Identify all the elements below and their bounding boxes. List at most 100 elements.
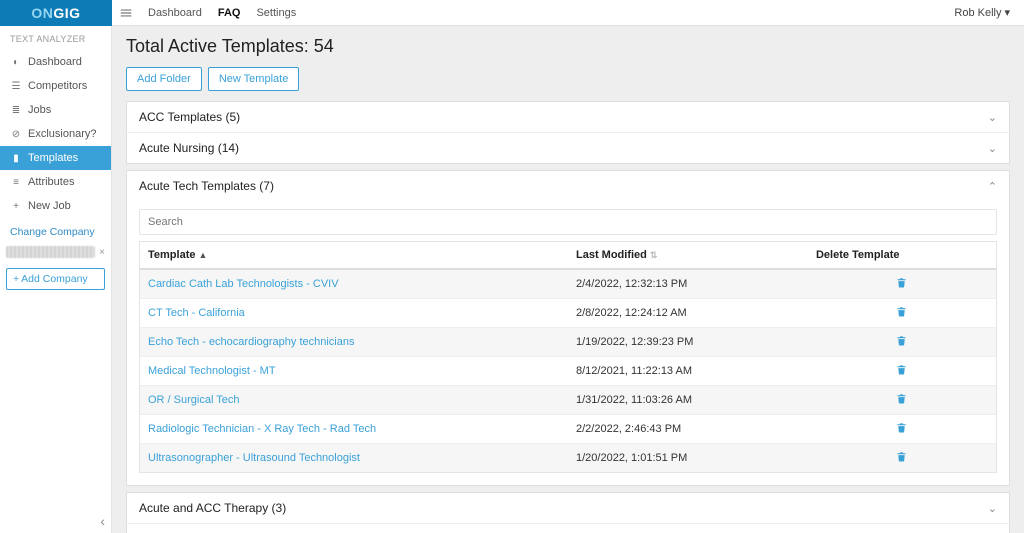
modified-cell: 1/20/2022, 1:01:51 PM [568,444,808,473]
gauge-icon: ◐ [10,57,22,68]
table-row: Ultrasonographer - Ultrasound Technologi… [140,444,997,473]
delete-icon[interactable] [896,364,907,375]
top-nav: Dashboard FAQ Settings [148,7,296,19]
nav-dashboard[interactable]: Dashboard [148,7,202,19]
company-chip: × [6,246,105,258]
search-wrapper [139,209,997,235]
nav-faq[interactable]: FAQ [218,7,241,19]
bars-icon: ≡ [10,177,22,188]
ban-icon: ⊘ [10,129,22,140]
group-title: Acute and ACC Therapy (3) [139,501,286,515]
sidebar-item-competitors[interactable]: ☰ Competitors [0,74,111,98]
chevron-down-icon: ⌄ [988,502,997,515]
template-link[interactable]: Cardiac Cath Lab Technologists - CVIV [148,278,339,290]
chevron-down-icon: ⌄ [988,111,997,124]
template-group-expanded: Acute Tech Templates (7) ⌃ Template▲ [126,170,1010,486]
modified-cell: 2/8/2022, 12:24:12 AM [568,299,808,328]
sidebar-item-label: Jobs [28,104,51,116]
list-icon: ≣ [10,105,22,116]
brand-part1: ON [31,5,53,21]
group-header-acute-nursing[interactable]: Acute Nursing (14) ⌄ [127,132,1009,163]
remove-company-icon[interactable]: × [99,247,105,258]
sidebar-item-label: Templates [28,152,78,164]
group-body: Template▲ Last Modified⇅ Delete Template [127,201,1009,485]
page-title: Total Active Templates: 54 [126,36,1010,57]
sidebar-item-label: Exclusionary? [28,128,96,140]
template-link[interactable]: Ultrasonographer - Ultrasound Technologi… [148,452,360,464]
sidebar-item-attributes[interactable]: ≡ Attributes [0,170,111,194]
sidebar-item-label: New Job [28,200,71,212]
search-input[interactable] [140,210,996,234]
main-content: Total Active Templates: 54 Add Folder Ne… [112,26,1024,533]
sidebar-item-templates[interactable]: ▮ Templates [0,146,111,170]
user-name: Rob Kelly [954,7,1001,19]
chevron-up-icon: ⌃ [988,180,997,193]
sidebar-collapse-icon[interactable]: ‹ [100,513,105,529]
company-name-redacted [6,246,95,258]
sidebar-item-jobs[interactable]: ≣ Jobs [0,98,111,122]
template-link[interactable]: OR / Surgical Tech [148,394,240,406]
group-header-behavioral-health[interactable]: Behavioral Health Facility Templates (2)… [127,523,1009,533]
brand-logo[interactable]: ONGIG [0,0,112,26]
plus-icon: + [10,201,22,212]
table-row: Radiologic Technician - X Ray Tech - Rad… [140,415,997,444]
delete-icon[interactable] [896,422,907,433]
sidebar-item-dashboard[interactable]: ◐ Dashboard [0,50,111,74]
group-header-acute-tech[interactable]: Acute Tech Templates (7) ⌃ [127,171,1009,201]
add-folder-button[interactable]: Add Folder [126,67,202,91]
table-row: CT Tech - California 2/8/2022, 12:24:12 A… [140,299,997,328]
brand-part2: GIG [53,5,80,21]
nav-settings[interactable]: Settings [256,7,296,19]
users-icon: ☰ [10,81,22,92]
templates-table: Template▲ Last Modified⇅ Delete Template [139,241,997,473]
new-template-button[interactable]: New Template [208,67,300,91]
sidebar-section-header: Text Analyzer [0,26,111,50]
template-group: Acute and ACC Therapy (3) ⌄ Behavioral H… [126,492,1010,533]
topbar: ONGIG Dashboard FAQ Settings Rob Kelly ▾ [0,0,1024,26]
sidebar-item-label: Dashboard [28,56,82,68]
chevron-down-icon: ⌄ [988,142,997,155]
delete-icon[interactable] [896,335,907,346]
modified-cell: 2/4/2022, 12:32:13 PM [568,269,808,299]
menu-toggle-icon[interactable] [112,6,140,20]
delete-icon[interactable] [896,451,907,462]
group-title: ACC Templates (5) [139,110,240,124]
table-row: Cardiac Cath Lab Technologists - CVIV 2/4… [140,269,997,299]
template-link[interactable]: CT Tech - California [148,307,245,319]
add-company-label: Add Company [21,273,88,285]
template-link[interactable]: Medical Technologist - MT [148,365,276,377]
sort-icon: ⇅ [650,250,658,260]
delete-icon[interactable] [896,306,907,317]
table-row: Echo Tech - echocardiography technicians… [140,328,997,357]
modified-cell: 1/31/2022, 11:03:26 AM [568,386,808,415]
sidebar-item-exclusionary[interactable]: ⊘ Exclusionary? [0,122,111,146]
modified-cell: 2/2/2022, 2:46:43 PM [568,415,808,444]
sidebar: Text Analyzer ◐ Dashboard ☰ Competitors … [0,26,112,533]
sort-asc-icon: ▲ [198,250,207,260]
table-row: Medical Technologist - MT 8/12/2021, 11:2… [140,357,997,386]
file-icon: ▮ [10,153,22,164]
group-header-acute-acc-therapy[interactable]: Acute and ACC Therapy (3) ⌄ [127,493,1009,523]
table-row: OR / Surgical Tech 1/31/2022, 11:03:26 AM [140,386,997,415]
delete-icon[interactable] [896,393,907,404]
plus-icon: + [13,273,19,285]
sidebar-item-label: Attributes [28,176,74,188]
modified-cell: 1/19/2022, 12:39:23 PM [568,328,808,357]
template-group: ACC Templates (5) ⌄ Acute Nursing (14) ⌄ [126,101,1010,164]
sidebar-item-label: Competitors [28,80,87,92]
group-title: Acute Nursing (14) [139,141,239,155]
col-header-template[interactable]: Template▲ [140,242,569,270]
sidebar-item-new-job[interactable]: + New Job [0,194,111,218]
col-header-delete: Delete Template [808,242,997,270]
template-link[interactable]: Echo Tech - echocardiography technicians [148,336,354,348]
modified-cell: 8/12/2021, 11:22:13 AM [568,357,808,386]
group-title: Acute Tech Templates (7) [139,179,274,193]
group-header-acc[interactable]: ACC Templates (5) ⌄ [127,102,1009,132]
caret-down-icon: ▾ [1004,6,1010,19]
change-company-link[interactable]: Change Company [0,218,111,242]
delete-icon[interactable] [896,277,907,288]
user-menu[interactable]: Rob Kelly ▾ [954,6,1010,19]
template-link[interactable]: Radiologic Technician - X Ray Tech - Rad… [148,423,376,435]
col-header-modified[interactable]: Last Modified⇅ [568,242,808,270]
add-company-button[interactable]: +Add Company [6,268,105,290]
